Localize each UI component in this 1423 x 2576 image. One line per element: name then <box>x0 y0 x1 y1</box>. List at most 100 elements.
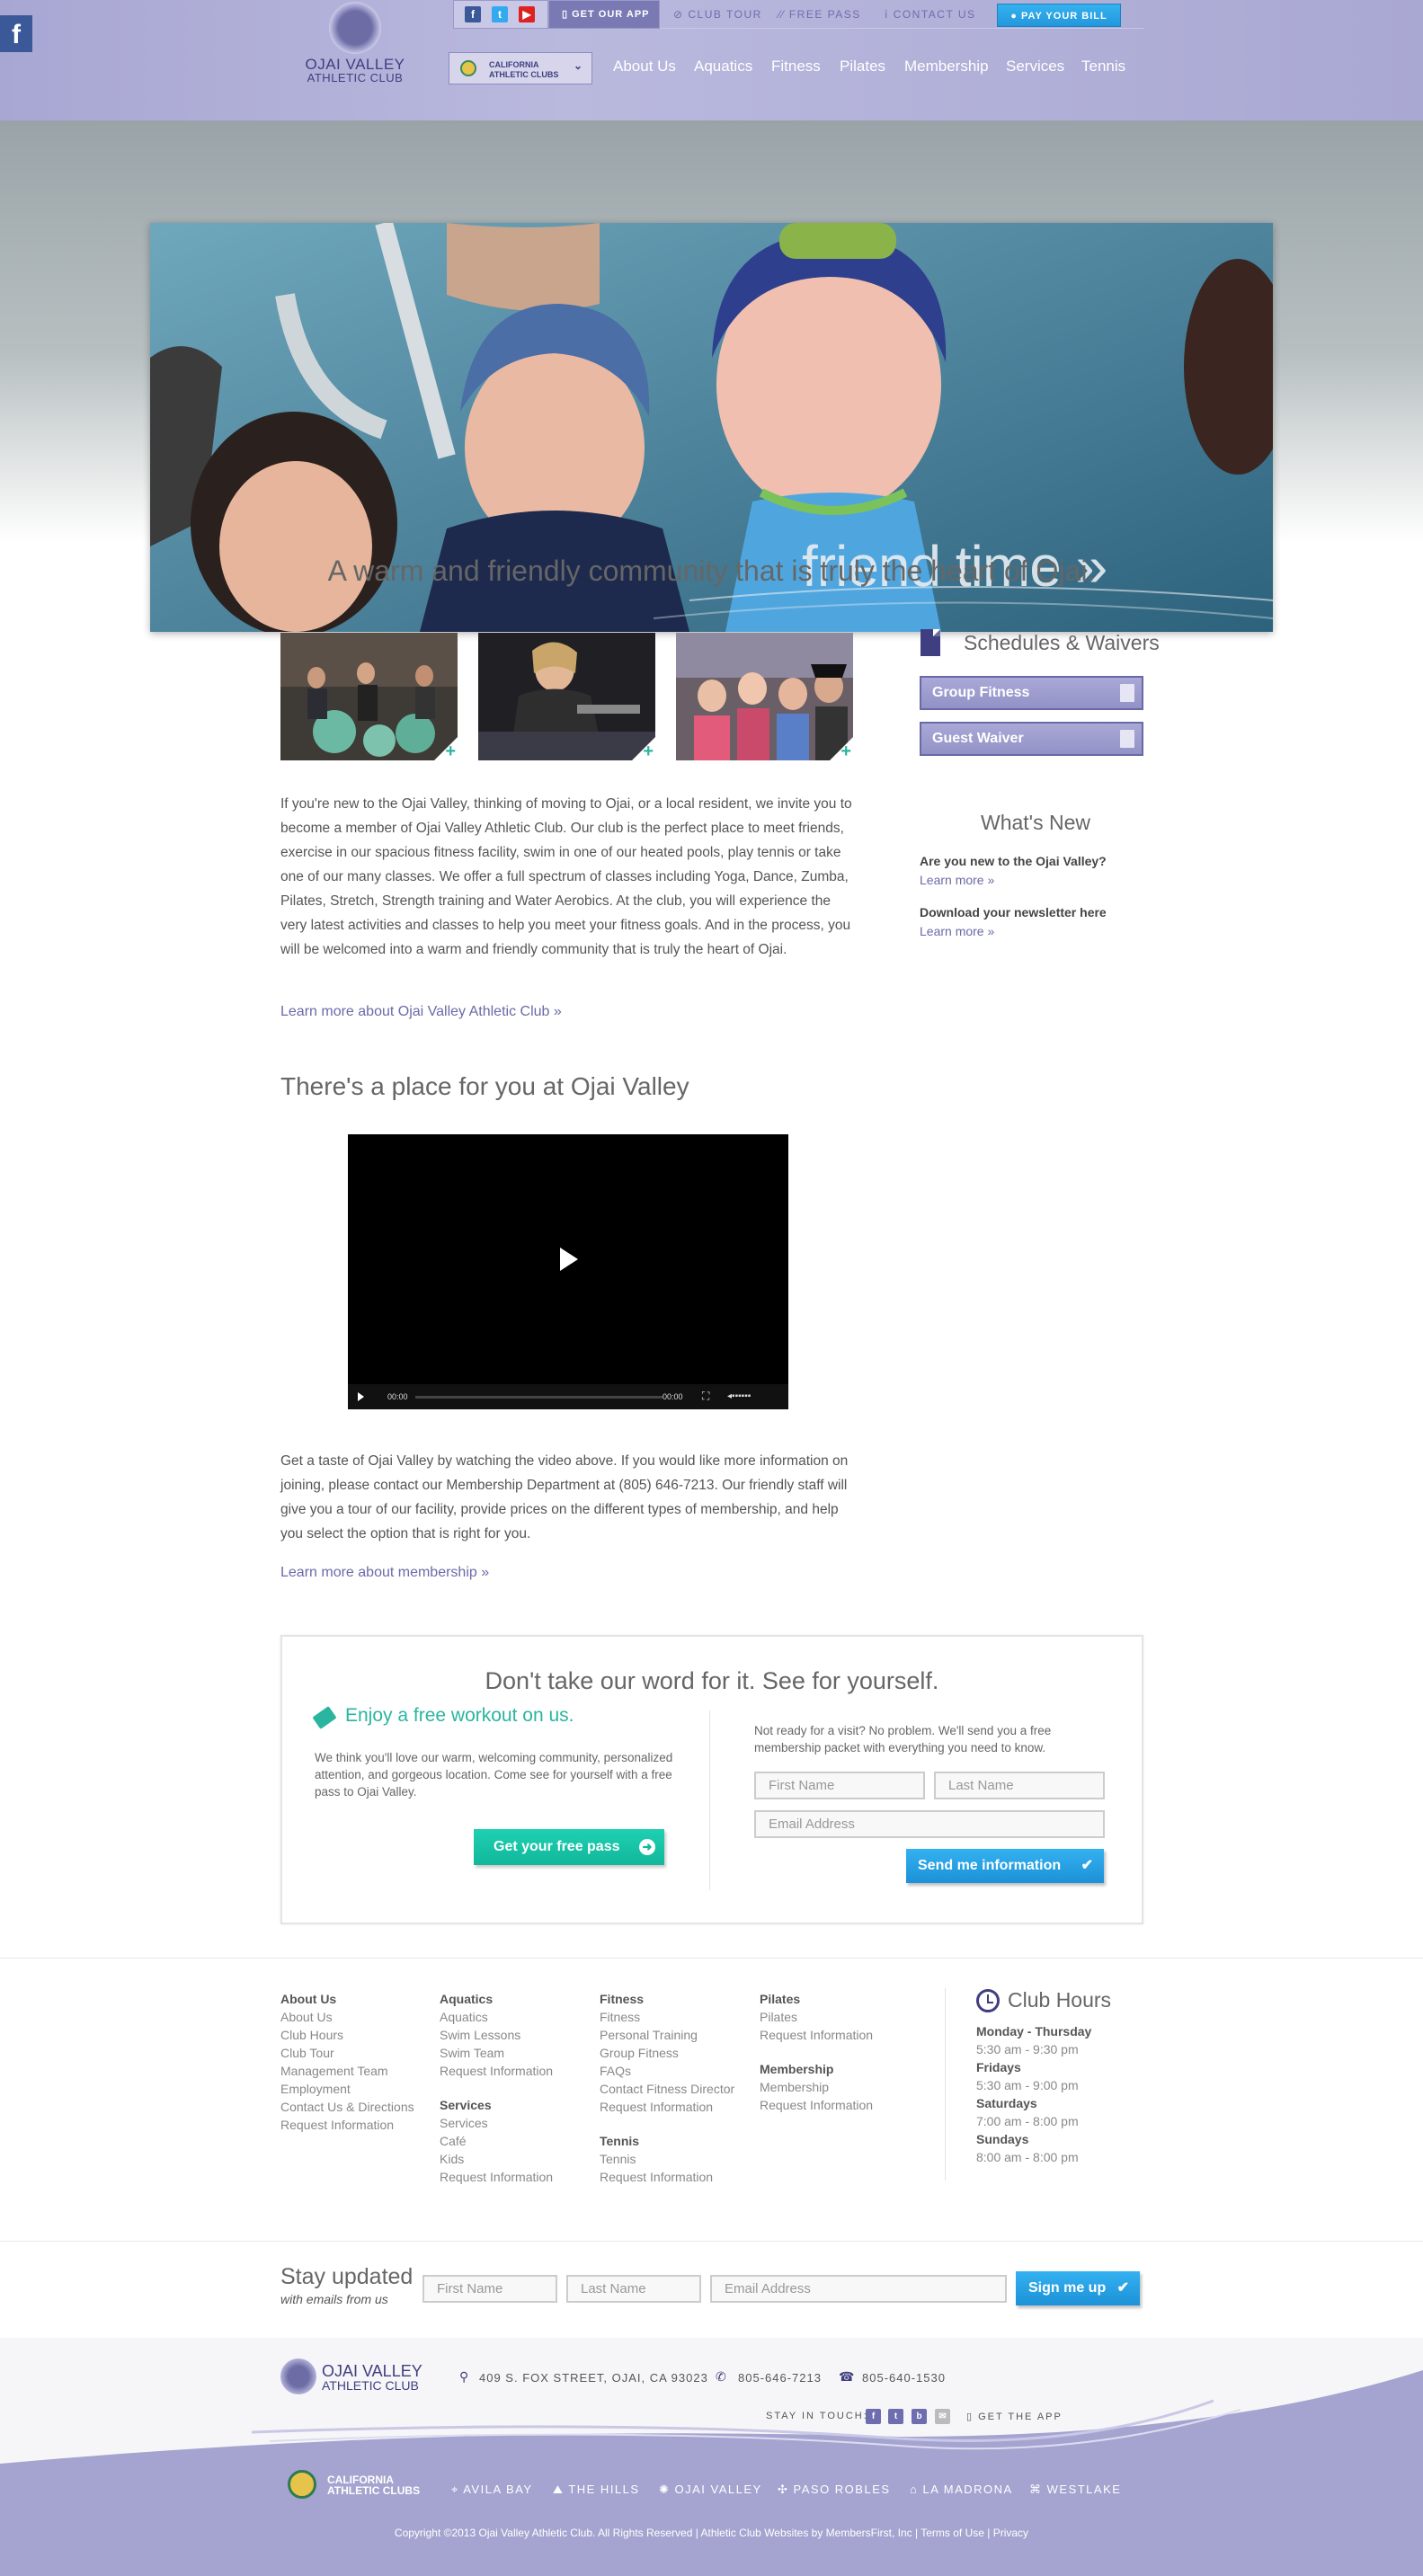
facebook-icon[interactable]: f <box>866 2409 881 2424</box>
footer-link[interactable]: Request Information <box>280 2116 414 2134</box>
twitter-icon[interactable]: t <box>492 6 508 22</box>
contact-us-link[interactable]: ⅰ CONTACT US <box>885 8 976 21</box>
nav-pilates[interactable]: Pilates <box>840 58 885 76</box>
thumbnail-kids-party[interactable]: + <box>676 633 853 760</box>
newsletter-last-name[interactable]: Last Name <box>566 2275 701 2303</box>
thumbnail-fitness-instructor[interactable]: + <box>478 633 655 760</box>
nav-fitness[interactable]: Fitness <box>771 58 821 76</box>
footer-logo-line2: ATHLETIC CLUB <box>322 2378 419 2393</box>
footer-link[interactable]: Club Tour <box>280 2044 414 2062</box>
footer-link[interactable]: Contact Fitness Director <box>600 2080 734 2098</box>
footer-link[interactable]: Employment <box>280 2080 414 2098</box>
location-pin-icon: ⚲ <box>459 2369 469 2384</box>
nav-tennis[interactable]: Tennis <box>1081 58 1125 76</box>
location-icon: ✺ <box>659 2483 675 2496</box>
youtube-icon[interactable]: ▶ <box>519 6 535 22</box>
newsletter-first-name[interactable]: First Name <box>422 2275 557 2303</box>
whats-new-link[interactable]: Learn more » <box>920 873 994 887</box>
footer-heading[interactable]: Fitness <box>600 1990 734 2008</box>
get-the-app-link[interactable]: ▯ GET THE APP <box>966 2411 1063 2422</box>
footer-link[interactable]: Contact Us & Directions <box>280 2098 414 2116</box>
footer-link[interactable]: Kids <box>440 2150 553 2168</box>
get-app-button[interactable]: ▯ GET OUR APP <box>548 0 660 29</box>
fax-icon: ☎ <box>839 2369 855 2384</box>
footer-link[interactable]: Request Information <box>600 2098 734 2116</box>
location-icon: ⛰ <box>553 2483 569 2496</box>
footer-link[interactable]: Club Hours <box>280 2026 414 2044</box>
last-name-field[interactable]: Last Name <box>934 1772 1105 1799</box>
first-name-field[interactable]: First Name <box>754 1772 925 1799</box>
site-logo[interactable]: OJAI VALLEY ATHLETIC CLUB <box>297 2 414 92</box>
footer-link[interactable]: Request Information <box>440 2062 553 2080</box>
footer-link[interactable]: Café <box>440 2132 553 2150</box>
schedules-heading: Schedules & Waivers <box>964 631 1160 654</box>
facebook-tab-icon[interactable]: f <box>0 15 32 52</box>
california-clubs-logo[interactable]: CALIFORNIA ATHLETIC CLUBS <box>288 2470 431 2502</box>
footer-link[interactable]: Request Information <box>600 2168 734 2186</box>
footer-heading[interactable]: Membership <box>760 2060 873 2078</box>
email-icon[interactable]: ✉ <box>935 2409 950 2424</box>
footer-link[interactable]: Swim Lessons <box>440 2026 553 2044</box>
blog-icon[interactable]: b <box>912 2409 927 2424</box>
small-play-icon[interactable] <box>358 1392 364 1401</box>
footer-phone[interactable]: 805-646-7213 <box>738 2371 822 2385</box>
footer-link[interactable]: Tennis <box>600 2150 734 2168</box>
location-ojai-valley[interactable]: ✺ OJAI VALLEY <box>659 2483 762 2497</box>
hours-day: Sundays <box>976 2132 1029 2146</box>
nav-services[interactable]: Services <box>1006 58 1064 76</box>
group-fitness-button[interactable]: Group Fitness <box>920 676 1143 710</box>
footer-link[interactable]: About Us <box>280 2008 414 2026</box>
ticket-icon: ⁄⁄ <box>778 8 789 21</box>
email-field[interactable]: Email Address <box>754 1810 1105 1838</box>
whats-new-link[interactable]: Learn more » <box>920 924 994 938</box>
footer-link[interactable]: FAQs <box>600 2062 734 2080</box>
footer-link[interactable]: Request Information <box>760 2096 873 2114</box>
play-icon[interactable] <box>560 1248 578 1271</box>
info-icon: ⅰ <box>885 8 894 21</box>
footer-link[interactable]: Swim Team <box>440 2044 553 2062</box>
thumbnail-fitness-class[interactable]: + <box>280 633 458 760</box>
learn-more-membership-link[interactable]: Learn more about membership » <box>280 1565 489 1581</box>
footer-link[interactable]: Fitness <box>600 2008 734 2026</box>
footer-link[interactable]: Request Information <box>440 2168 553 2186</box>
nav-membership[interactable]: Membership <box>904 58 989 76</box>
guest-waiver-button[interactable]: Guest Waiver <box>920 722 1143 756</box>
footer-link[interactable]: Pilates <box>760 2008 873 2026</box>
footer-link[interactable]: Membership <box>760 2078 873 2096</box>
newsletter-email[interactable]: Email Address <box>710 2275 1007 2303</box>
footer-heading[interactable]: Tennis <box>600 2132 734 2150</box>
club-tour-link[interactable]: ⊘ CLUB TOUR <box>673 8 762 21</box>
nav-aquatics[interactable]: Aquatics <box>694 58 752 76</box>
location-westlake[interactable]: ⌘ WESTLAKE <box>1029 2483 1121 2497</box>
location-the-hills[interactable]: ⛰ THE HILLS <box>553 2483 640 2497</box>
learn-more-club-link[interactable]: Learn more about Ojai Valley Athletic Cl… <box>280 1004 562 1020</box>
nav-about-us[interactable]: About Us <box>613 58 676 76</box>
footer-link[interactable]: Request Information <box>760 2026 873 2044</box>
location-avila-bay[interactable]: ⌖ AVILA BAY <box>451 2483 533 2497</box>
location-paso-robles[interactable]: ✣ PASO ROBLES <box>778 2483 891 2497</box>
free-pass-button[interactable]: Get your free pass ➜ <box>474 1829 664 1865</box>
video-player[interactable]: 00:00 00:00 ⛶ ◂▪▪▪▪▪▪ <box>348 1134 788 1409</box>
volume-icon[interactable]: ◂▪▪▪▪▪▪ <box>727 1391 751 1401</box>
footer-heading[interactable]: Aquatics <box>440 1990 553 2008</box>
send-info-button[interactable]: Send me information ✔ <box>906 1849 1104 1883</box>
location-la-madrona[interactable]: ⌂ LA MADRONA <box>910 2483 1013 2496</box>
footer-heading[interactable]: Services <box>440 2096 553 2114</box>
california-clubs-dropdown[interactable]: CALIFORNIA ATHLETIC CLUBS ⌄ <box>449 52 592 84</box>
site-footer <box>0 2338 1423 2576</box>
progress-track[interactable] <box>415 1396 663 1399</box>
facebook-icon[interactable]: f <box>465 6 481 22</box>
twitter-icon[interactable]: t <box>888 2409 903 2424</box>
footer-link[interactable]: Personal Training <box>600 2026 734 2044</box>
footer-heading[interactable]: About Us <box>280 1990 414 2008</box>
footer-link[interactable]: Management Team <box>280 2062 414 2080</box>
fullscreen-icon[interactable]: ⛶ <box>702 1390 709 1403</box>
free-pass-panel: Don't take our word for it. See for your… <box>280 1635 1143 1924</box>
footer-heading[interactable]: Pilates <box>760 1990 873 2008</box>
sign-up-button[interactable]: Sign me up ✔ <box>1016 2271 1140 2305</box>
footer-link[interactable]: Aquatics <box>440 2008 553 2026</box>
footer-link[interactable]: Services <box>440 2114 553 2132</box>
footer-link[interactable]: Group Fitness <box>600 2044 734 2062</box>
pay-bill-button[interactable]: ● PAY YOUR BILL <box>997 4 1121 27</box>
free-pass-link[interactable]: ⁄⁄ FREE PASS <box>778 8 861 21</box>
